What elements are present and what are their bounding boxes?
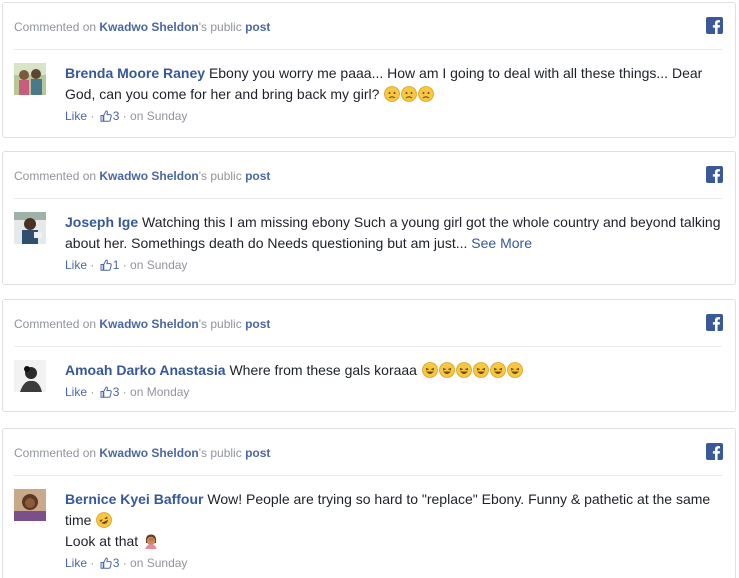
comment-author-link[interactable]: Brenda Moore Raney bbox=[65, 65, 205, 81]
comment-author-link[interactable]: Bernice Kyei Baffour bbox=[65, 491, 203, 507]
like-count[interactable]: 3 bbox=[113, 385, 120, 399]
avatar[interactable] bbox=[14, 63, 46, 95]
sad-face-icon bbox=[401, 86, 418, 102]
comment: Amoah Darko Anastasia Where from these g… bbox=[14, 347, 735, 401]
facebook-icon[interactable] bbox=[706, 314, 723, 331]
header-middle: 's public bbox=[198, 20, 242, 34]
post-link[interactable]: post bbox=[245, 20, 270, 34]
post-owner-link[interactable]: Kwadwo Sheldon bbox=[99, 446, 198, 460]
facepalm-woman-icon bbox=[145, 534, 157, 549]
comment-body: Amoah Darko Anastasia Where from these g… bbox=[65, 347, 735, 381]
like-count[interactable]: 1 bbox=[113, 258, 120, 272]
comment-timestamp[interactable]: on Sunday bbox=[130, 258, 187, 272]
header-prefix: Commented on bbox=[14, 169, 97, 183]
card-header-text: Commented on Kwadwo Sheldon's public pos… bbox=[14, 446, 270, 460]
comment-meta: Like · 3 · on Sunday bbox=[65, 556, 188, 570]
avatar[interactable] bbox=[14, 212, 46, 244]
like-link[interactable]: Like bbox=[65, 109, 87, 123]
post-owner-link[interactable]: Kwadwo Sheldon bbox=[99, 169, 198, 183]
comment-text-line2: Look at that bbox=[65, 533, 139, 549]
thumbs-up-icon bbox=[100, 259, 112, 271]
comment-timestamp[interactable]: on Monday bbox=[130, 385, 189, 399]
laughing-face-icon bbox=[421, 362, 438, 378]
laughing-face-icon bbox=[506, 362, 523, 378]
avatar[interactable] bbox=[14, 489, 46, 521]
like-link[interactable]: Like bbox=[65, 385, 87, 399]
header-middle: 's public bbox=[198, 317, 242, 331]
sad-face-icon bbox=[384, 86, 401, 102]
header-middle: 's public bbox=[198, 169, 242, 183]
post-owner-link[interactable]: Kwadwo Sheldon bbox=[99, 317, 198, 331]
facebook-icon[interactable] bbox=[706, 166, 723, 183]
facebook-icon[interactable] bbox=[706, 443, 723, 460]
thumbs-up-icon bbox=[100, 110, 112, 122]
card-header-text: Commented on Kwadwo Sheldon's public pos… bbox=[14, 169, 270, 183]
header-middle: 's public bbox=[198, 446, 242, 460]
notification-card: Commented on Kwadwo Sheldon's public pos… bbox=[2, 2, 736, 138]
facebook-icon[interactable] bbox=[706, 17, 723, 34]
card-header: Commented on Kwadwo Sheldon's public pos… bbox=[14, 300, 723, 347]
notification-card: Commented on Kwadwo Sheldon's public pos… bbox=[2, 299, 736, 412]
post-link[interactable]: post bbox=[245, 169, 270, 183]
header-prefix: Commented on bbox=[14, 20, 97, 34]
comment-body: Bernice Kyei Baffour Wow! People are try… bbox=[65, 476, 735, 552]
comment-author-link[interactable]: Joseph Ige bbox=[65, 214, 138, 230]
comment: Joseph Ige Watching this I am missing eb… bbox=[14, 199, 735, 274]
see-more-link[interactable]: See More bbox=[471, 235, 532, 251]
comment-meta: Like · 3 · on Sunday bbox=[65, 109, 188, 123]
like-count[interactable]: 3 bbox=[113, 109, 120, 123]
sad-face-icon bbox=[418, 86, 435, 102]
laughing-face-icon bbox=[489, 362, 506, 378]
comment-author-link[interactable]: Amoah Darko Anastasia bbox=[65, 362, 226, 378]
laughing-face-icon bbox=[472, 362, 489, 378]
comment-body: Brenda Moore Raney Ebony you worry me pa… bbox=[65, 50, 735, 105]
card-header: Commented on Kwadwo Sheldon's public pos… bbox=[14, 152, 723, 199]
like-count[interactable]: 3 bbox=[113, 556, 120, 570]
post-link[interactable]: post bbox=[245, 317, 270, 331]
header-prefix: Commented on bbox=[14, 317, 97, 331]
comment-meta: Like · 3 · on Monday bbox=[65, 385, 190, 399]
laughing-face-icon bbox=[455, 362, 472, 378]
post-link[interactable]: post bbox=[245, 446, 270, 460]
comment-meta: Like · 1 · on Sunday bbox=[65, 258, 188, 272]
thumbs-up-icon bbox=[100, 557, 112, 569]
avatar[interactable] bbox=[14, 360, 46, 392]
notification-card: Commented on Kwadwo Sheldon's public pos… bbox=[2, 151, 736, 285]
card-header: Commented on Kwadwo Sheldon's public pos… bbox=[14, 3, 723, 50]
thumbs-up-icon bbox=[100, 386, 112, 398]
card-header-text: Commented on Kwadwo Sheldon's public pos… bbox=[14, 317, 270, 331]
laughing-face-icon bbox=[438, 362, 455, 378]
like-link[interactable]: Like bbox=[65, 556, 87, 570]
comment-text: Watching this I am missing ebony Such a … bbox=[65, 214, 721, 251]
header-prefix: Commented on bbox=[14, 446, 97, 460]
rofl-face-icon bbox=[96, 512, 113, 528]
post-owner-link[interactable]: Kwadwo Sheldon bbox=[99, 20, 198, 34]
card-header: Commented on Kwadwo Sheldon's public pos… bbox=[14, 429, 723, 476]
like-link[interactable]: Like bbox=[65, 258, 87, 272]
comment-timestamp[interactable]: on Sunday bbox=[130, 556, 187, 570]
comment-body: Joseph Ige Watching this I am missing eb… bbox=[65, 199, 735, 254]
comment: Bernice Kyei Baffour Wow! People are try… bbox=[14, 476, 735, 572]
comment-timestamp[interactable]: on Sunday bbox=[130, 109, 187, 123]
notification-card: Commented on Kwadwo Sheldon's public pos… bbox=[2, 428, 736, 578]
card-header-text: Commented on Kwadwo Sheldon's public pos… bbox=[14, 20, 270, 34]
comment: Brenda Moore Raney Ebony you worry me pa… bbox=[14, 50, 735, 125]
comment-text: Where from these gals koraaa bbox=[229, 362, 417, 378]
